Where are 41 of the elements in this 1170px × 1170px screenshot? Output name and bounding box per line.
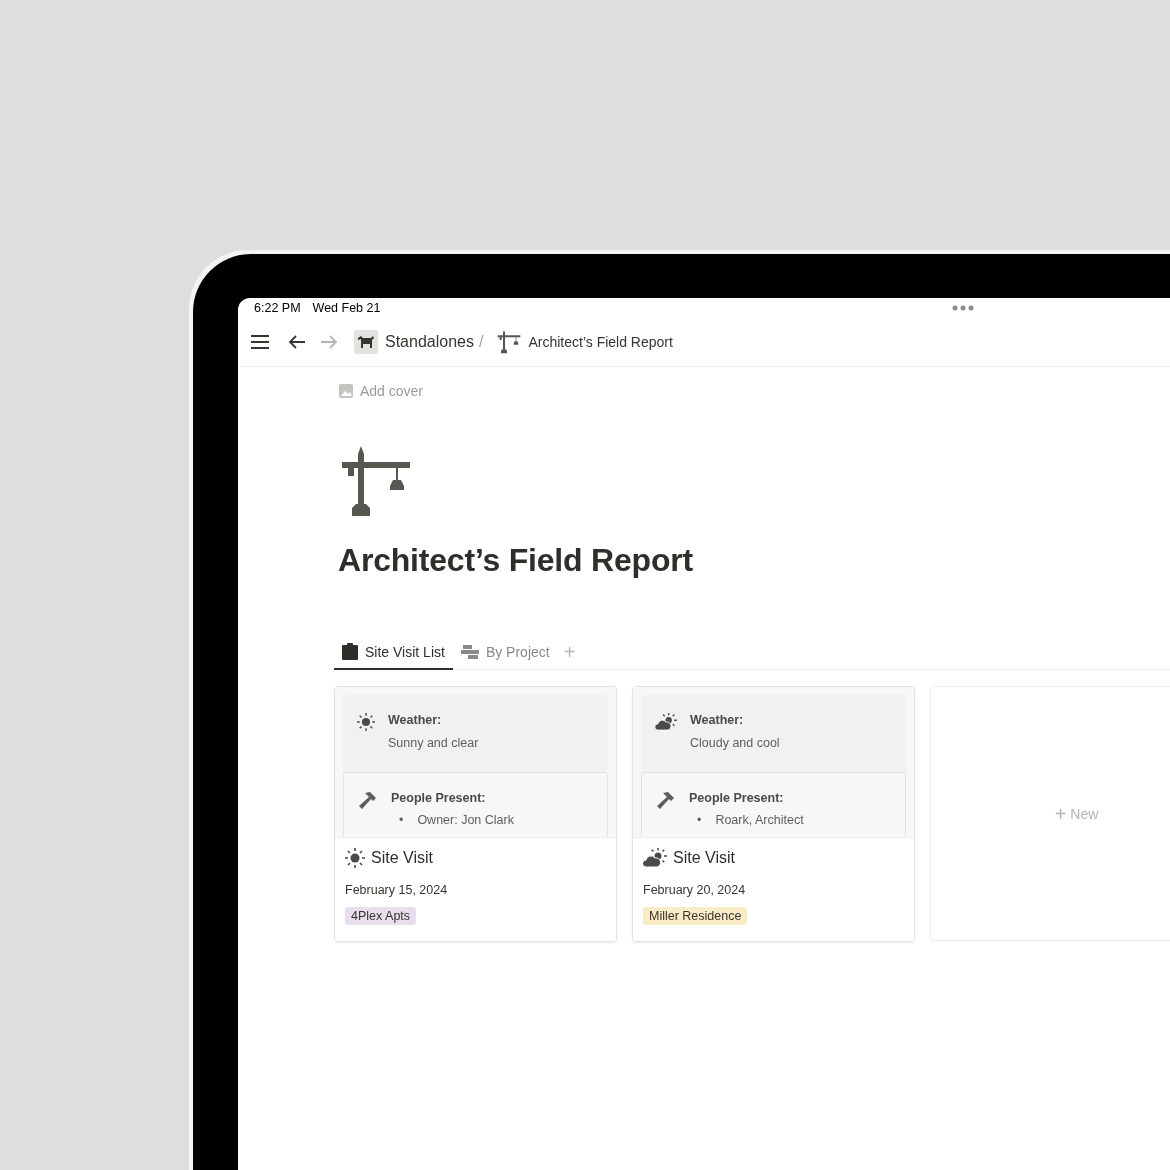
clipboard-icon	[342, 643, 358, 660]
hammer-icon	[358, 791, 378, 811]
visit-date: February 15, 2024	[345, 883, 449, 897]
person-item: Roark, Architect	[715, 812, 804, 828]
weather-label: Weather:	[388, 713, 443, 727]
breadcrumb-separator: /	[478, 333, 484, 351]
dog-icon	[354, 330, 378, 354]
menu-icon[interactable]	[250, 334, 270, 350]
back-arrow-icon[interactable]	[288, 334, 306, 350]
status-time: 6:22 PM	[254, 301, 301, 315]
more-icon[interactable]	[952, 305, 975, 311]
cloud-sun-icon	[643, 848, 667, 868]
view-tab[interactable]: By Project	[452, 644, 558, 670]
breadcrumb-link[interactable]: Architect’s Field Report	[497, 330, 673, 354]
project-tag: Miller Residence	[643, 907, 748, 925]
bullet: •	[399, 812, 404, 828]
project-tag: 4Plex Apts	[345, 907, 417, 925]
view-tab[interactable]: Site Visit List	[334, 643, 453, 670]
cloud-sun-icon	[655, 713, 677, 731]
status-date: Wed Feb 21	[312, 301, 381, 315]
sun-icon	[357, 713, 375, 731]
hammer-icon	[656, 791, 676, 811]
crane-page-icon	[340, 446, 412, 518]
person-item: Owner: Jon Clark	[417, 812, 514, 828]
board-icon	[460, 644, 479, 660]
crane-icon	[497, 330, 522, 354]
breadcrumb-link[interactable]: Standalones	[354, 330, 474, 354]
card-title: Site Visit	[371, 849, 433, 867]
visit-date: February 20, 2024	[643, 883, 747, 897]
weather-label: Weather:	[690, 713, 745, 727]
card-title: Site Visit	[673, 849, 735, 867]
bullet: •	[697, 812, 702, 828]
people-label: People Present:	[391, 791, 487, 805]
sun-icon	[345, 848, 365, 868]
image-icon	[339, 384, 353, 398]
site-visit-card[interactable]: Weather: Sunny and clear People Present: • Owner: Jon Clark Site Visit February 15, 2024 4Plex Apts	[334, 686, 617, 942]
site-visit-card[interactable]: Weather: Cloudy and cool People Present: • Roark, Architect Site Visit February 20, 2024 Miller Residence	[632, 686, 915, 942]
people-label: People Present:	[689, 791, 785, 805]
weather-value: Sunny and clear	[388, 736, 479, 750]
page-title: Architect’s Field Report	[338, 542, 694, 579]
weather-value: Cloudy and cool	[690, 736, 780, 750]
